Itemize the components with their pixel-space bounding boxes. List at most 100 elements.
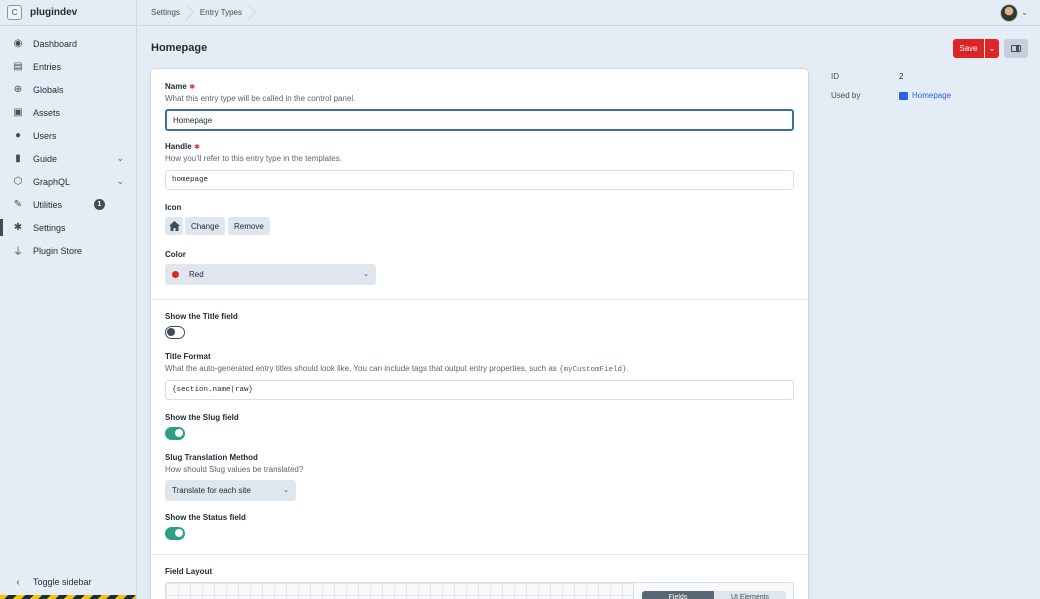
site-name: plugindev — [30, 7, 78, 18]
icon-field: Icon Change Remove — [165, 203, 270, 235]
sidebar-item-guide[interactable]: ▮ Guide ⌄ — [0, 147, 136, 170]
handle-hint: How you’ll refer to this entry type in t… — [165, 154, 342, 163]
show-status-field: Show the Status field — [165, 513, 246, 522]
id-label: ID — [831, 72, 839, 81]
sidebar: C plugindev ◉ Dashboard ▤ Entries ⊕ Glob… — [0, 0, 137, 599]
sidebar-item-label: Globals — [33, 84, 64, 95]
save-options-button[interactable]: ⌄ — [985, 39, 999, 58]
title-format-hint: What the auto-generated entry titles sho… — [165, 364, 629, 374]
sidebar-item-users[interactable]: ● Users — [0, 124, 136, 147]
color-swatch — [172, 271, 179, 278]
chevron-down-icon: ⌄ — [283, 487, 289, 494]
dashboard-icon: ◉ — [13, 38, 23, 49]
used-by-link[interactable]: Homepage — [899, 91, 951, 100]
entry-type-form: Name ∗ What this entry type will be calle… — [151, 69, 808, 599]
icon-picker: Change Remove — [165, 217, 270, 235]
chevron-down-icon: ⌄ — [363, 271, 369, 278]
breadcrumb-settings[interactable]: Settings — [151, 8, 180, 17]
slug-translation-hint: How should Slug values be translated? — [165, 465, 304, 474]
sidebar-item-dashboard[interactable]: ◉ Dashboard — [0, 32, 136, 55]
remove-icon-button[interactable]: Remove — [228, 217, 270, 235]
name-field: Name ∗ What this entry type will be calle… — [165, 82, 355, 103]
show-slug-field: Show the Slug field — [165, 413, 239, 422]
book-icon: ▮ — [15, 153, 21, 164]
chevron-left-icon: ‹ — [16, 576, 20, 588]
sidebar-item-label: Plugin Store — [33, 245, 83, 256]
wrench-icon: ✎ — [13, 199, 23, 210]
name-input[interactable]: Homepage — [165, 109, 794, 131]
color-field: Color — [165, 250, 186, 259]
avatar[interactable] — [1000, 4, 1018, 22]
chevron-down-icon[interactable]: ⌄ — [116, 153, 124, 164]
icon-label: Icon — [165, 203, 182, 212]
slug-translation-select[interactable]: Translate for each site ⌄ — [165, 480, 296, 501]
sidebar-item-label: Users — [33, 130, 57, 141]
slug-translation-field: Slug Translation Method How should Slug … — [165, 453, 303, 474]
breadcrumb: Settings Entry Types — [138, 0, 1040, 26]
sidebar-item-label: GraphQL — [33, 176, 71, 187]
show-title-label: Show the Title field — [165, 312, 238, 321]
field-layout-canvas[interactable] — [166, 583, 634, 599]
plug-icon: ⏚ — [13, 247, 23, 258]
title-format-field: Title Format What the auto-generated ent… — [165, 352, 629, 374]
sidebar-item-settings[interactable]: ✱ Settings — [0, 216, 136, 239]
sidebar-item-label: Dashboard — [33, 38, 78, 49]
field-layout-field: Field Layout — [165, 567, 212, 576]
divider — [151, 299, 808, 300]
entries-icon: ▤ — [13, 61, 23, 72]
toggle-details-panel-button[interactable] — [1004, 39, 1028, 58]
globe-icon: ⊕ — [13, 84, 23, 95]
chevron-down-icon[interactable]: ⌄ — [116, 176, 124, 187]
sidebar-item-utilities[interactable]: ✎ Utilities 1 — [0, 193, 136, 216]
field-layout-label: Field Layout — [165, 567, 213, 576]
divider — [151, 554, 808, 555]
field-layout-designer[interactable]: Fields UI Elements — [165, 582, 794, 599]
utilities-count-badge: 1 — [94, 199, 105, 210]
title-format-label: Title Format — [165, 352, 211, 361]
sidebar-item-label: Assets — [33, 107, 61, 118]
dev-mode-stripe — [0, 595, 136, 599]
save-button[interactable]: Save — [953, 39, 984, 58]
sidebar-item-assets[interactable]: ▣ Assets — [0, 101, 136, 124]
gear-icon: ✱ — [13, 222, 23, 233]
breadcrumb-separator — [248, 0, 256, 26]
tab-ui-elements[interactable]: UI Elements — [714, 591, 786, 599]
color-select[interactable]: Red ⌄ — [165, 264, 376, 285]
sidebar-item-label: Utilities — [33, 199, 63, 210]
chevron-down-icon[interactable]: ⌄ — [1021, 8, 1028, 17]
breadcrumb-entry-types[interactable]: Entry Types — [200, 8, 242, 17]
site-switcher[interactable]: C plugindev — [0, 0, 136, 26]
required-icon: ∗ — [193, 142, 201, 151]
id-value: 2 — [899, 72, 904, 81]
sidebar-item-graphql[interactable]: ⬡ GraphQL ⌄ — [0, 170, 136, 193]
nav-menu: ◉ Dashboard ▤ Entries ⊕ Globals ▣ Assets… — [0, 26, 136, 262]
handle-input[interactable]: homepage — [165, 170, 794, 190]
title-format-input[interactable]: {section.name|raw} — [165, 380, 794, 400]
used-by-label: Used by — [831, 91, 861, 100]
show-title-toggle[interactable] — [165, 326, 185, 339]
sidebar-item-label: Settings — [33, 222, 66, 233]
show-status-label: Show the Status field — [165, 513, 246, 522]
handle-field: Handle ∗ How you’ll refer to this entry t… — [165, 142, 342, 163]
image-icon: ▣ — [13, 107, 23, 118]
show-slug-label: Show the Slug field — [165, 413, 239, 422]
sidebar-item-entries[interactable]: ▤ Entries — [0, 55, 136, 78]
show-slug-toggle[interactable] — [165, 427, 185, 440]
section-icon — [899, 91, 908, 100]
name-label: Name ∗ — [165, 82, 196, 91]
color-label: Color — [165, 250, 186, 259]
tab-fields[interactable]: Fields — [642, 591, 714, 599]
house-icon[interactable] — [165, 217, 183, 235]
sidebar-item-label: Entries — [33, 61, 62, 72]
handle-label: Handle ∗ — [165, 142, 201, 151]
toggle-sidebar-button[interactable]: ‹ Toggle sidebar — [0, 573, 136, 591]
show-status-toggle[interactable] — [165, 527, 185, 540]
sidebar-item-plugin-store[interactable]: ⏚ Plugin Store — [0, 239, 136, 262]
users-icon: ● — [14, 130, 22, 141]
graphql-icon: ⬡ — [13, 176, 23, 187]
name-hint: What this entry type will be called in t… — [165, 94, 356, 103]
sidebar-item-globals[interactable]: ⊕ Globals — [0, 78, 136, 101]
required-icon: ∗ — [188, 82, 196, 91]
change-icon-button[interactable]: Change — [185, 217, 226, 235]
slug-translation-label: Slug Translation Method — [165, 453, 258, 462]
